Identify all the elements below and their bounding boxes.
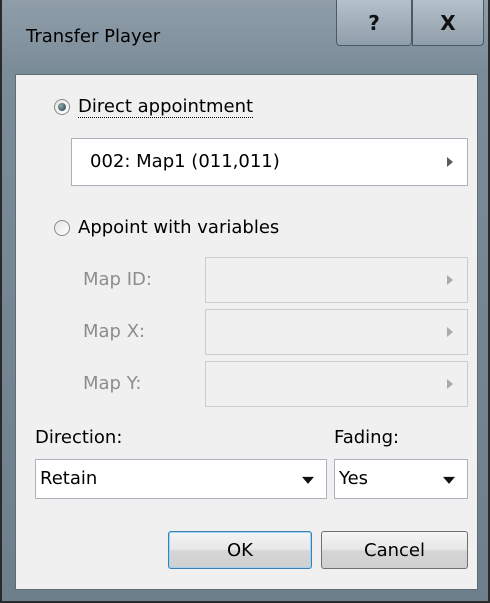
direct-appointment-radio[interactable]: Direct appointment — [54, 96, 254, 118]
close-button[interactable]: X — [412, 0, 484, 46]
dialog-body: Direct appointment 002: Map1 (011,011) A… — [15, 74, 478, 590]
map-y-field[interactable] — [205, 361, 468, 407]
fading-dropdown[interactable]: Yes — [334, 459, 468, 499]
radio-unchecked-icon[interactable] — [54, 219, 70, 236]
map-id-field[interactable] — [205, 257, 468, 303]
help-icon: ? — [368, 10, 380, 35]
map-x-field[interactable] — [205, 309, 468, 355]
cancel-button[interactable]: Cancel — [321, 531, 468, 569]
map-selector-value: 002: Map1 (011,011) — [90, 151, 280, 172]
arrow-right-icon[interactable] — [447, 327, 453, 337]
arrow-right-icon[interactable] — [447, 379, 453, 389]
map-selector-field[interactable]: 002: Map1 (011,011) — [71, 138, 468, 186]
radio-checked-icon[interactable] — [54, 99, 70, 115]
help-button[interactable]: ? — [336, 0, 412, 46]
appoint-with-variables-label: Appoint with variables — [78, 217, 280, 238]
arrow-right-icon[interactable] — [447, 275, 453, 285]
window-title: Transfer Player — [26, 26, 161, 47]
map-x-label: Map X: — [83, 321, 146, 342]
map-y-label: Map Y: — [83, 373, 142, 394]
direction-dropdown[interactable]: Retain — [35, 459, 327, 499]
chevron-down-icon[interactable] — [443, 476, 455, 484]
fading-value: Yes — [339, 468, 369, 489]
arrow-right-icon[interactable] — [447, 157, 453, 167]
close-icon: X — [440, 10, 456, 35]
title-bar[interactable]: Transfer Player ? X — [2, 0, 488, 74]
appoint-with-variables-radio[interactable]: Appoint with variables — [54, 217, 279, 238]
dialog-window: Transfer Player ? X Direct appointment 0… — [0, 0, 490, 603]
direct-appointment-label: Direct appointment — [78, 96, 254, 118]
map-id-label: Map ID: — [83, 269, 152, 290]
direction-value: Retain — [40, 468, 98, 489]
ok-button[interactable]: OK — [168, 531, 312, 569]
fading-label: Fading: — [334, 427, 400, 448]
chevron-down-icon[interactable] — [302, 476, 314, 484]
direction-label: Direction: — [35, 427, 123, 448]
